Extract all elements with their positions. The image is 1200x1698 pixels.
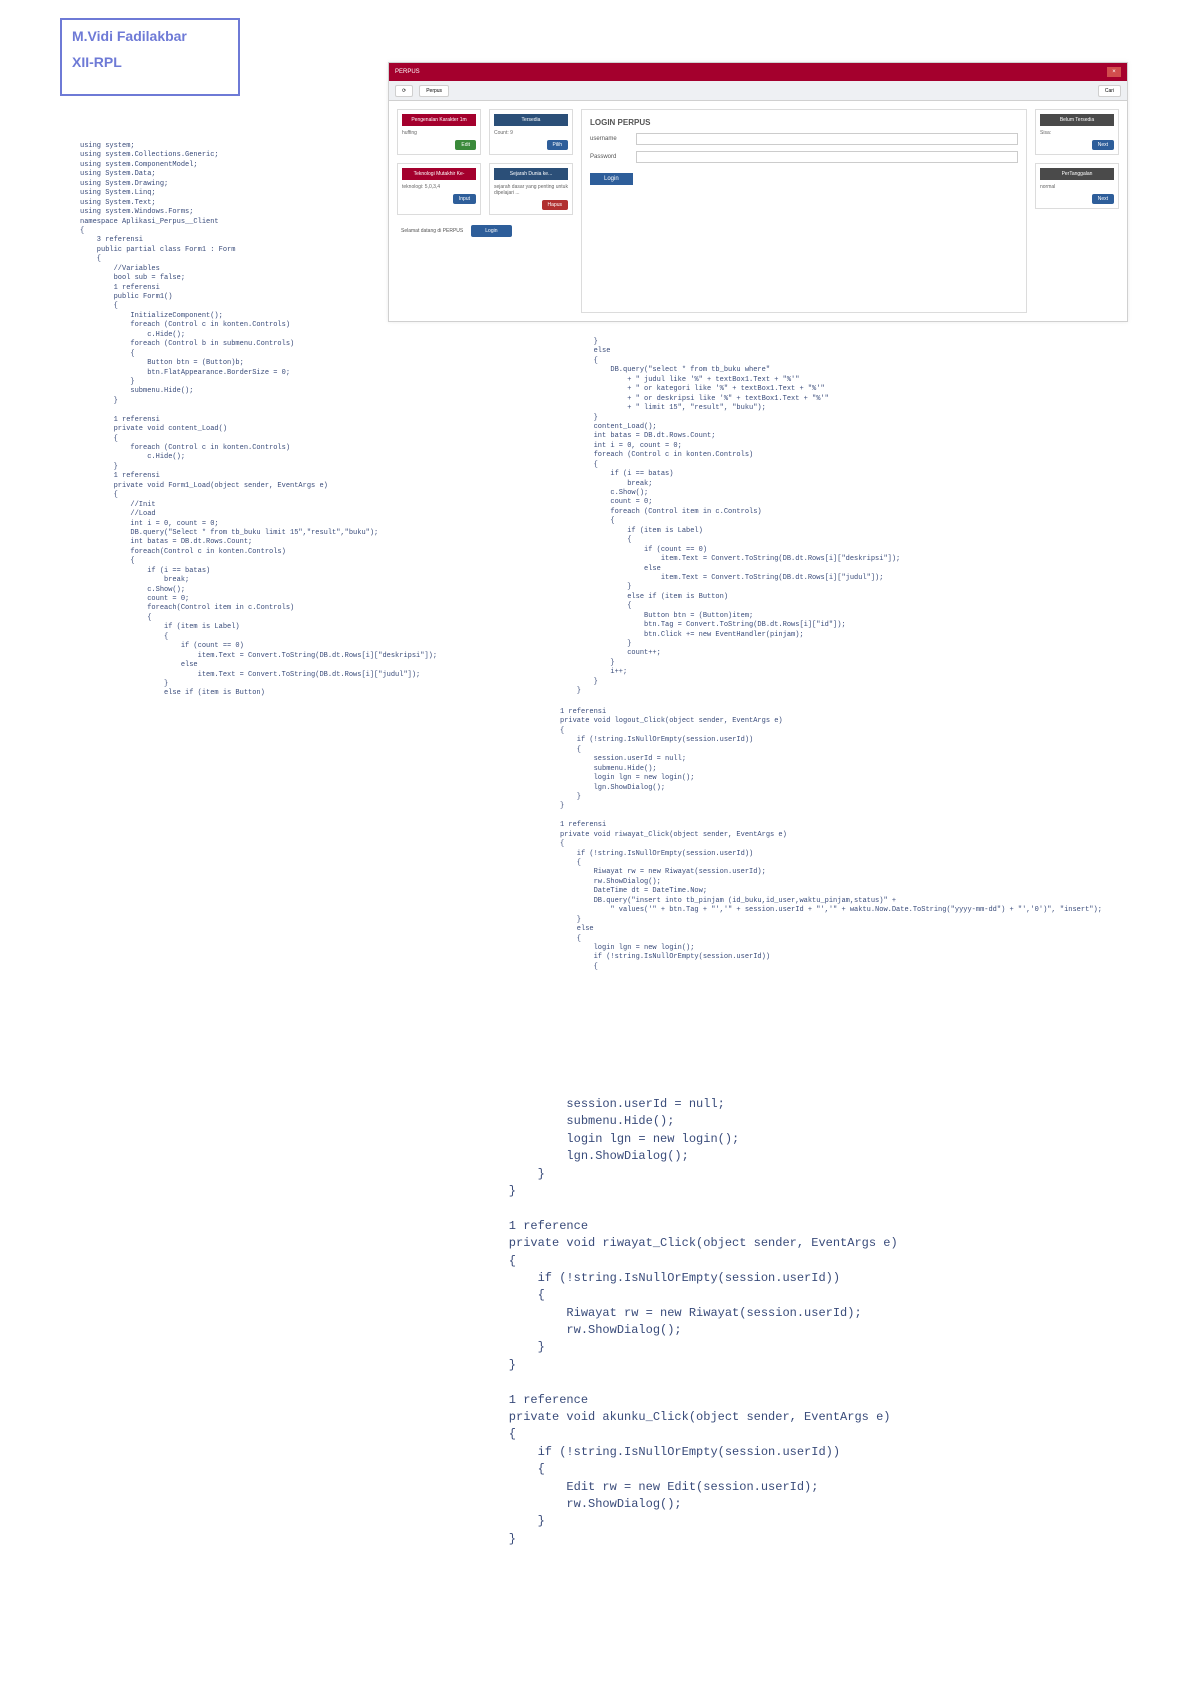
app-titlebar: PERPUS × (389, 63, 1127, 81)
card-1-body: huffing (402, 130, 417, 136)
username-input[interactable] (636, 133, 1018, 145)
header-box: M.Vidi Fadilakbar XII-RPL (60, 18, 240, 96)
card-6-delete-button[interactable]: Hapus (542, 200, 568, 210)
password-input[interactable] (636, 151, 1018, 163)
student-name: M.Vidi Fadilakbar (72, 28, 228, 44)
card-4-body: normal (1040, 184, 1055, 190)
card-4-title: PerTanggalan (1040, 168, 1114, 180)
code-block-right-bottom: session.userId = null; submenu.Hide(); l… (480, 1096, 1100, 1548)
card-3-title: Belum Tersedia (1040, 114, 1114, 126)
app-toolbar: ⟳ Perpus Cari (389, 81, 1127, 101)
card-1-title: Pengenalan Karakter 1m (402, 114, 476, 126)
card-6: Sejarah Dunia ke... sejarah dasar yang p… (489, 163, 573, 215)
login-title: LOGIN PERPUS (590, 118, 1018, 127)
class-name: XII-RPL (72, 54, 228, 70)
card-5-input-button[interactable]: Input (453, 194, 476, 204)
code-block-right-mid: 1 referensi private void logout_Click(ob… (560, 708, 1120, 972)
card-2: Tersedia Count: 9 Pilih (489, 109, 573, 155)
card-4: PerTanggalan normal Next (1035, 163, 1119, 209)
password-label: Password (590, 154, 630, 160)
card-2-pilih-button[interactable]: Pilih (547, 140, 568, 150)
status-login-pill[interactable]: Login (471, 225, 511, 237)
code-block-right-top: } else { DB.query("select * from tb_buku… (560, 338, 1120, 697)
app-body: Pengenalan Karakter 1m huffing Edit Ters… (389, 101, 1127, 321)
app-window: PERPUS × ⟳ Perpus Cari Pengenalan Karakt… (388, 62, 1128, 322)
card-3-next-button[interactable]: Next (1092, 140, 1114, 150)
card-4-next-button[interactable]: Next (1092, 194, 1114, 204)
toolbar-cari-button[interactable]: Cari (1098, 85, 1121, 97)
card-2-body: Count: 9 (494, 130, 513, 136)
card-1-edit-button[interactable]: Edit (455, 140, 476, 150)
card-6-title: Sejarah Dunia ke... (494, 168, 568, 180)
app-title: PERPUS (395, 69, 420, 75)
card-2-title: Tersedia (494, 114, 568, 126)
toolbar-url-icon: ⟳ (395, 85, 413, 97)
card-6-body: sejarah dasar yang penting untuk dipelaj… (494, 184, 568, 196)
card-3: Belum Tersedia Sisa: Next (1035, 109, 1119, 155)
code-block-left: using system; using system.Collections.G… (80, 142, 450, 699)
username-label: username (590, 136, 630, 142)
close-icon[interactable]: × (1107, 67, 1121, 77)
login-button[interactable]: Login (590, 173, 633, 185)
card-3-body: Sisa: (1040, 130, 1051, 136)
toolbar-perpus-button[interactable]: Perpus (419, 85, 449, 97)
login-panel: LOGIN PERPUS username Password Login (581, 109, 1027, 313)
